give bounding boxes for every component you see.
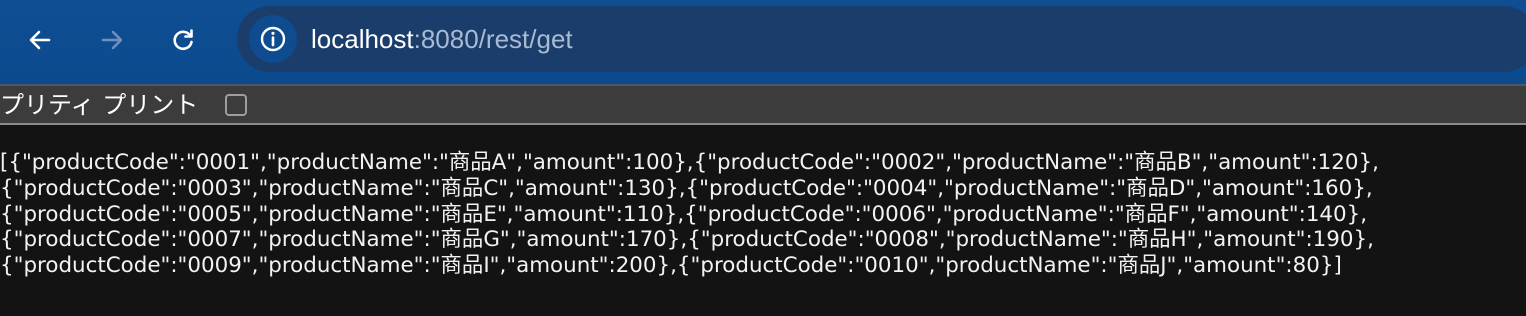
arrow-left-icon bbox=[29, 30, 51, 50]
url-text[interactable]: localhost:8080/rest/get bbox=[311, 22, 573, 56]
json-response-body: [{"productCode":"0001","productName":"商品… bbox=[0, 150, 1526, 279]
info-circle-icon bbox=[260, 26, 286, 52]
json-line: {"productCode":"0007","productName":"商品G… bbox=[0, 227, 1374, 253]
arrow-right-icon bbox=[101, 30, 123, 50]
json-line: {"productCode":"0009","productName":"商品I… bbox=[0, 253, 1342, 279]
back-button[interactable] bbox=[18, 18, 62, 62]
reload-button[interactable] bbox=[161, 18, 205, 62]
reload-icon bbox=[173, 29, 193, 51]
json-line: [{"productCode":"0001","productName":"商品… bbox=[0, 150, 1379, 175]
json-line: {"productCode":"0005","productName":"商品E… bbox=[0, 201, 1368, 227]
address-bar[interactable]: localhost:8080/rest/get bbox=[237, 6, 1526, 72]
url-port-path: :8080/rest/get bbox=[413, 24, 573, 54]
site-info-button[interactable] bbox=[249, 15, 297, 63]
url-host: localhost bbox=[311, 24, 414, 54]
pretty-print-label[interactable]: プリティ プリント bbox=[0, 90, 198, 120]
browser-toolbar: localhost:8080/rest/get bbox=[0, 0, 1526, 84]
pretty-print-bar: プリティ プリント bbox=[0, 86, 1526, 125]
forward-button[interactable] bbox=[90, 18, 134, 62]
pretty-print-checkbox[interactable] bbox=[225, 94, 247, 116]
json-line: {"productCode":"0003","productName":"商品C… bbox=[0, 175, 1373, 201]
